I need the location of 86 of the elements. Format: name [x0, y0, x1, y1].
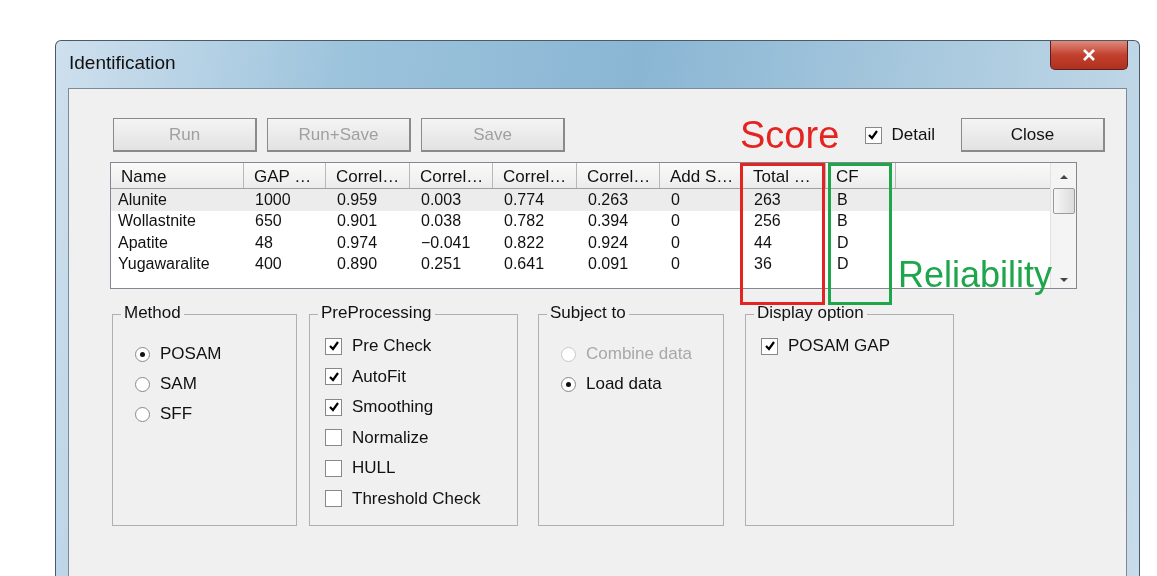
table-cell-text: 0 — [670, 212, 681, 231]
table-cell-text: −0.041 — [420, 233, 472, 252]
close-button[interactable]: Close — [961, 118, 1105, 152]
radio-button[interactable] — [561, 376, 576, 392]
table-cell-text: 1000 — [254, 190, 292, 209]
table-cell-text: 0.924 — [587, 233, 630, 252]
column-header[interactable]: Correl… — [410, 163, 493, 188]
radio-label: Combine data — [586, 344, 692, 364]
table-cell-text: 48 — [254, 233, 274, 252]
table-cell-text: Apatite — [117, 233, 169, 252]
checkbox[interactable] — [325, 490, 342, 507]
table-cell-text: D — [836, 255, 850, 274]
table-cell-text: 0.091 — [587, 255, 630, 274]
close-icon — [1082, 49, 1096, 61]
table-cell-text: 0.251 — [420, 255, 463, 274]
checkbox-label: POSAM GAP — [788, 336, 891, 356]
scroll-down-icon[interactable] — [1058, 276, 1069, 284]
table-cell-text: 650 — [254, 212, 283, 231]
table-cell-text: 0.974 — [336, 233, 379, 252]
column-header[interactable]: GAP … — [244, 163, 326, 188]
table-cell-text: 0 — [670, 255, 681, 274]
table-cell-text: 263 — [753, 190, 782, 209]
table-cell-text: Yugawaralite — [117, 255, 211, 274]
radio-label: POSAM — [160, 344, 222, 364]
column-header[interactable]: CF — [826, 163, 896, 188]
table-cell-text: 0.959 — [336, 190, 379, 209]
window-title: Identification — [69, 52, 176, 74]
radio-label: SAM — [160, 374, 197, 394]
checkbox[interactable] — [325, 429, 342, 446]
table-row[interactable]: Alunite 1000 0.959 0.003 0.774 0.263 0 263 B — [111, 189, 1050, 211]
table-row[interactable]: Apatite 48 0.974 −0.041 0.822 0.924 0 44 D — [111, 232, 1050, 254]
group-title: Subject to — [547, 303, 629, 323]
radio-button[interactable] — [135, 376, 150, 392]
table-cell-text: Alunite — [117, 190, 168, 209]
column-header[interactable]: Add S… — [660, 163, 743, 188]
radio-button[interactable] — [135, 346, 150, 362]
checkbox-label: Pre Check — [352, 336, 432, 356]
table-cell-text: 0.822 — [503, 233, 546, 252]
checkbox-label: HULL — [352, 458, 396, 478]
group-title: PreProcessing — [318, 303, 435, 323]
table-cell-text: 0 — [670, 190, 681, 209]
column-header[interactable]: Correl… — [493, 163, 577, 188]
checkbox[interactable] — [325, 368, 342, 385]
checkbox[interactable] — [325, 337, 342, 355]
checkbox[interactable] — [864, 126, 882, 144]
table-cell-text: 0.003 — [420, 190, 463, 209]
annotation-label: Score — [740, 116, 840, 154]
group-title: Display option — [754, 303, 867, 323]
checkbox-label: Normalize — [352, 427, 429, 448]
table-cell-text: 0.394 — [587, 212, 630, 231]
annotation-label: Reliability — [898, 257, 1053, 293]
table-cell-text: 44 — [753, 233, 773, 252]
table-cell-text: 0.641 — [503, 255, 546, 274]
column-header[interactable]: Total … — [743, 163, 826, 188]
checkbox[interactable] — [325, 398, 342, 416]
table-cell-text: 36 — [753, 255, 773, 274]
table-cell-text: 0 — [670, 233, 681, 252]
scroll-thumb[interactable] — [1052, 188, 1075, 214]
scrollbar[interactable] — [1050, 163, 1076, 288]
radio-label: Load data — [586, 374, 662, 394]
table-cell-text: 0.890 — [336, 255, 379, 274]
table-cell-text: 400 — [254, 255, 283, 274]
table-cell-text: 0.038 — [420, 212, 463, 231]
table-cell-text: 0.782 — [503, 212, 546, 231]
column-header[interactable]: Correl… — [326, 163, 410, 188]
checkbox[interactable] — [761, 337, 778, 355]
table-cell-text: 256 — [753, 212, 782, 231]
table-cell-text: B — [836, 212, 849, 231]
radio-button[interactable] — [135, 406, 150, 422]
table-cell-text: 0.901 — [336, 212, 379, 231]
checkbox-label: AutoFit — [352, 366, 406, 387]
table-cell-text: D — [836, 233, 850, 252]
column-header[interactable]: Name — [111, 163, 244, 188]
table-cell-text: Wollastnite — [117, 212, 197, 231]
checkbox-label: Detail — [891, 125, 935, 145]
radio-label: SFF — [160, 404, 193, 424]
table-cell-text: B — [836, 190, 849, 209]
table-row[interactable]: Wollastnite 650 0.901 0.038 0.782 0.394 0 256 B — [111, 210, 1050, 232]
checkbox-label: Threshold Check — [352, 488, 481, 509]
close-window-button[interactable] — [1050, 41, 1128, 70]
scroll-up-icon[interactable] — [1058, 173, 1069, 181]
column-header[interactable]: Correl… — [577, 163, 660, 188]
checkbox[interactable] — [325, 459, 342, 477]
table-cell-text: 0.263 — [587, 190, 630, 209]
checkbox-label: Smoothing — [352, 397, 434, 417]
table-cell-text: 0.774 — [503, 190, 546, 209]
